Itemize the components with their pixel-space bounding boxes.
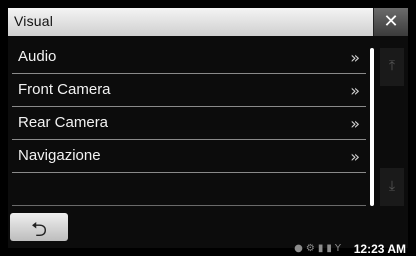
back-button[interactable]: ⮌ <box>10 213 68 241</box>
menu-item-label: Audio <box>18 48 57 65</box>
scroll-top-button[interactable]: ⤒ <box>380 48 404 86</box>
menu-item-empty <box>12 173 366 206</box>
chevron-right-icon: » <box>350 147 360 166</box>
close-button[interactable]: ✕ <box>373 8 408 36</box>
menu-item-label: Navigazione <box>18 147 101 164</box>
screen: Visual ✕ Audio » Front Camera » Rear Cam… <box>8 8 408 256</box>
scroll-bottom-icon: ⤓ <box>388 178 396 194</box>
menu-item-navigazione[interactable]: Navigazione » <box>12 140 366 173</box>
scroll-bottom-button[interactable]: ⤓ <box>380 168 404 206</box>
menu-list: Audio » Front Camera » Rear Camera » Nav… <box>12 41 366 213</box>
clock: 12:23 AM <box>353 242 406 256</box>
chevron-right-icon: » <box>350 81 360 100</box>
menu-item-rear-camera[interactable]: Rear Camera » <box>12 107 366 140</box>
gps-icon: ● <box>294 243 306 254</box>
menu-item-label: Front Camera <box>18 81 111 98</box>
close-icon: ✕ <box>383 11 399 32</box>
title-bar: Visual ✕ <box>8 8 408 36</box>
status-icons: ●⚙▮▮Y <box>294 243 344 254</box>
signal-icon: Y <box>334 243 344 254</box>
page-title: Visual <box>14 13 54 29</box>
menu-item-label: Rear Camera <box>18 114 109 131</box>
scrollbar[interactable] <box>370 48 374 206</box>
chevron-right-icon: » <box>350 48 360 67</box>
status-bar: ●⚙▮▮Y 12:23 AM <box>8 242 408 256</box>
bluetooth-icon: ⚙ <box>305 243 318 254</box>
menu-item-front-camera[interactable]: Front Camera » <box>12 74 366 107</box>
chevron-right-icon: » <box>350 114 360 133</box>
battery-icon: ▮▮ <box>317 243 335 254</box>
menu-item-audio[interactable]: Audio » <box>12 41 366 74</box>
scroll-top-icon: ⤒ <box>388 58 396 74</box>
